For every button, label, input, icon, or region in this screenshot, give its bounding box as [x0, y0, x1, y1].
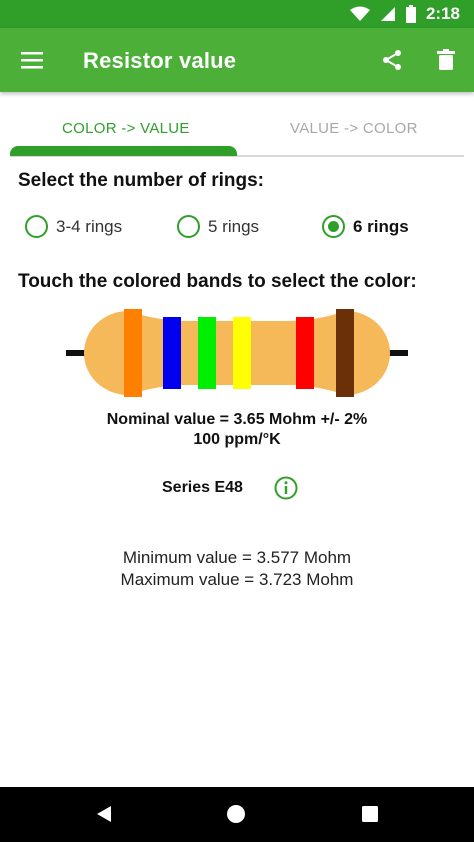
back-icon[interactable]	[94, 804, 114, 824]
home-icon[interactable]	[226, 804, 246, 824]
radio-5-rings[interactable]: 5 rings	[177, 215, 259, 238]
signal-icon	[380, 7, 395, 21]
wifi-icon	[349, 6, 370, 21]
radio-circle-checked[interactable]	[322, 215, 345, 238]
app-bar: Resistor value	[0, 28, 474, 92]
status-bar: 2:18	[0, 0, 474, 28]
tab-color-to-value[interactable]: COLOR -> VALUE	[62, 120, 190, 137]
band-4[interactable]	[233, 317, 251, 389]
radio-6-rings[interactable]: 6 rings	[322, 215, 409, 238]
resistor-graphic	[66, 309, 408, 397]
navigation-bar	[0, 787, 474, 842]
radio-3-4-rings[interactable]: 3-4 rings	[25, 215, 122, 238]
radio-label: 6 rings	[353, 216, 409, 236]
series-label: Series E48	[162, 479, 243, 496]
bands-title: Touch the colored bands to select the co…	[18, 271, 417, 292]
rings-title: Select the number of rings:	[18, 170, 264, 191]
tab-indicator	[10, 146, 237, 156]
nominal-value: Nominal value = 3.65 Mohm +/- 2%	[106, 411, 368, 428]
radio-label: 3-4 rings	[56, 216, 123, 236]
nominal-value-block: Nominal value = 3.65 Mohm +/- 2% 100 ppm…	[0, 410, 474, 450]
radio-circle[interactable]	[25, 215, 48, 238]
maximum-value: Maximum value = 3.723 Mohm	[120, 570, 354, 589]
share-icon[interactable]	[380, 48, 404, 72]
radio-circle[interactable]	[177, 215, 200, 238]
min-max-block: Minimum value = 3.577 Mohm Maximum value…	[0, 547, 474, 591]
tab-value-to-color[interactable]: VALUE -> COLOR	[290, 120, 418, 137]
minimum-value: Minimum value = 3.577 Mohm	[122, 548, 352, 567]
battery-icon	[405, 5, 416, 23]
band-1[interactable]	[124, 309, 142, 397]
info-icon[interactable]	[274, 476, 298, 500]
band-5[interactable]	[296, 317, 314, 389]
app-title: Resistor value	[83, 48, 237, 73]
temperature-coefficient: 100 ppm/°K	[193, 431, 281, 448]
band-3[interactable]	[198, 317, 216, 389]
band-2[interactable]	[163, 317, 181, 389]
tab-bar: COLOR -> VALUE VALUE -> COLOR	[0, 92, 474, 158]
menu-icon[interactable]	[20, 48, 44, 72]
band-6[interactable]	[336, 309, 354, 397]
status-time: 2:18	[425, 4, 460, 23]
recent-apps-icon[interactable]	[361, 805, 379, 823]
trash-icon[interactable]	[434, 48, 458, 72]
radio-label: 5 rings	[208, 216, 260, 236]
